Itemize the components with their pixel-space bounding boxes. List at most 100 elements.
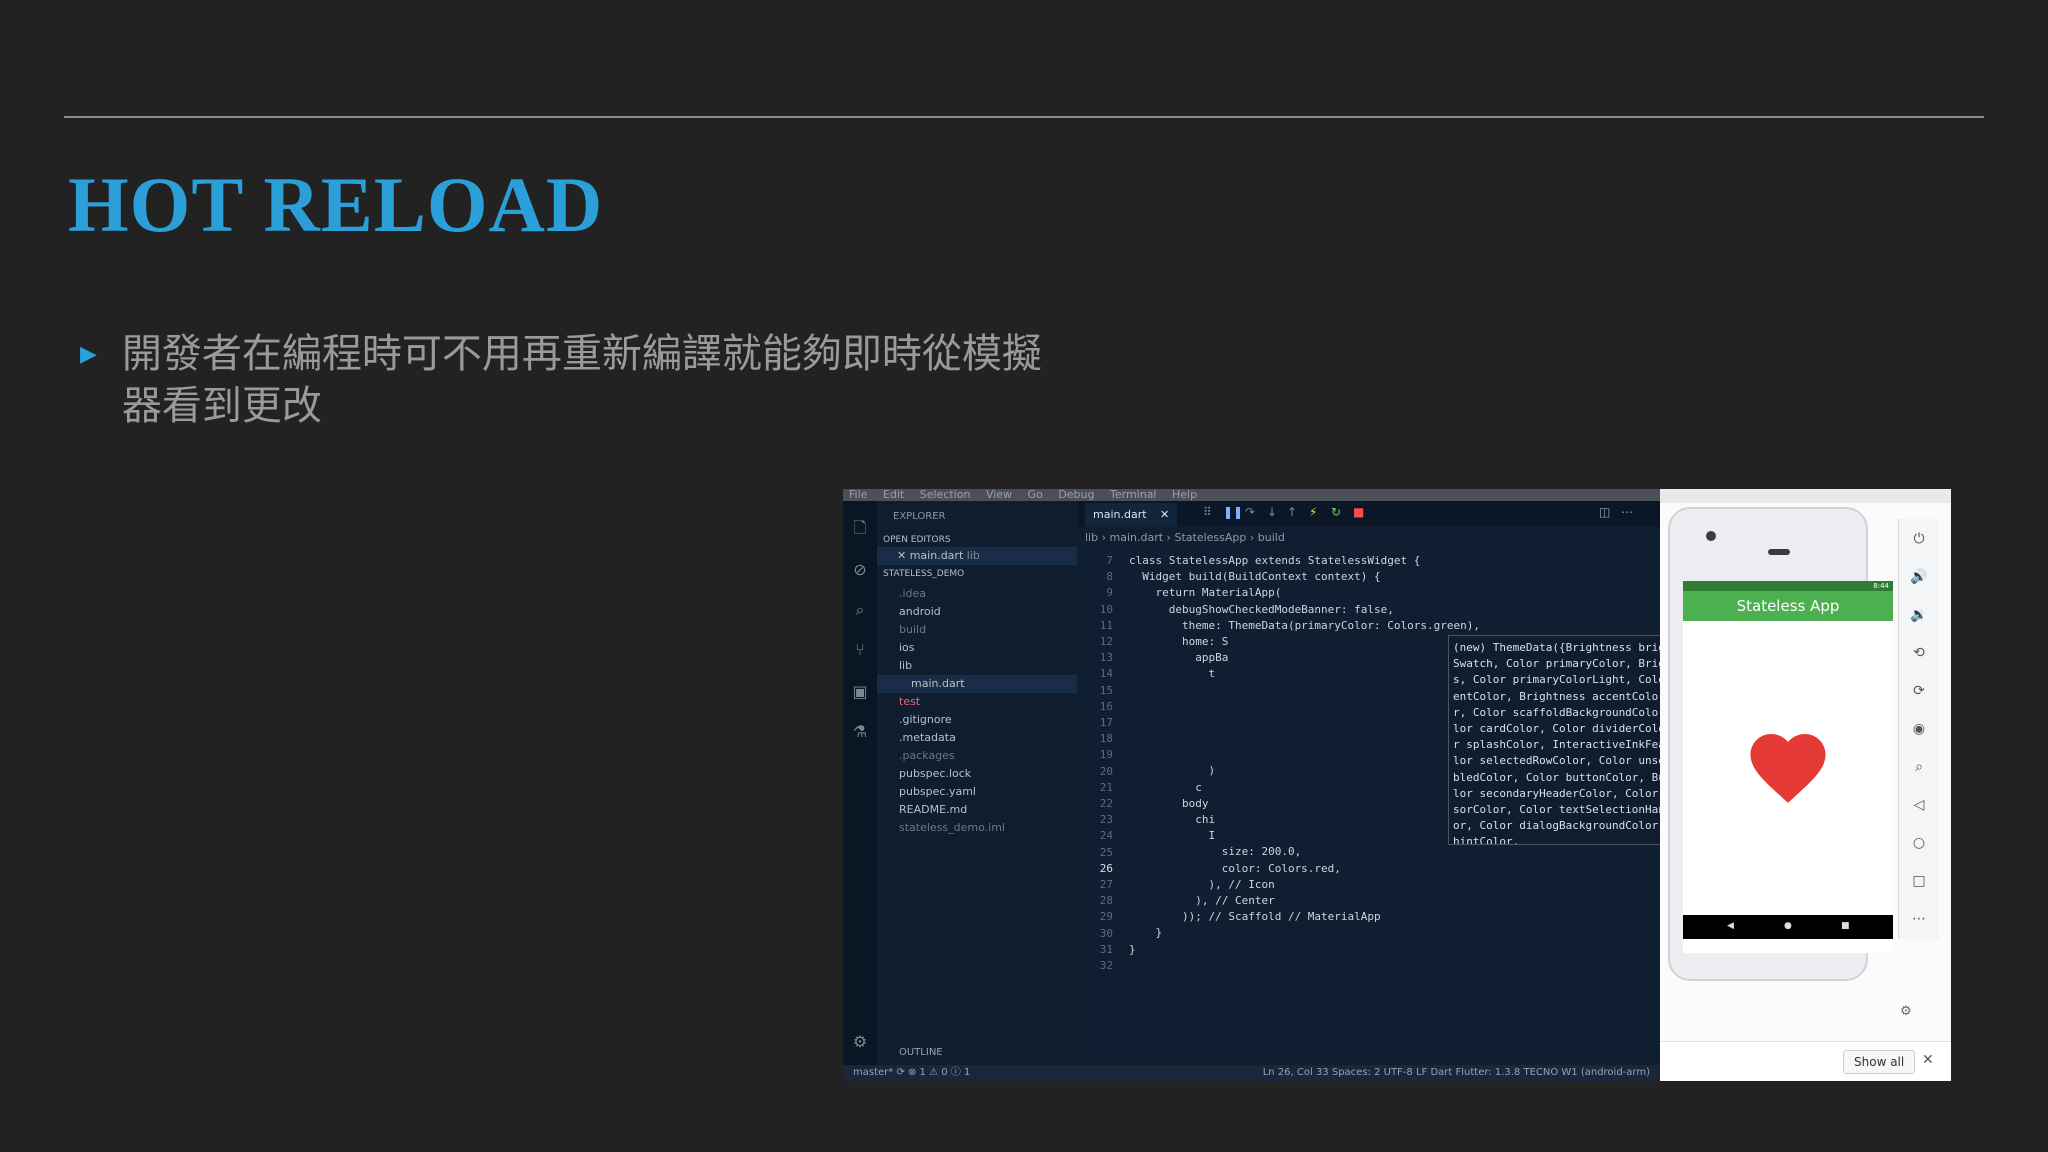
bullet-triangle-icon: ▶ (80, 342, 97, 367)
close-icon[interactable]: ✕ (1922, 1052, 1934, 1068)
breadcrumb-class[interactable]: StatelessApp (1174, 531, 1246, 544)
code-editor[interactable]: main.dart ✕ ⠿ ❚❚ ↷ ↓ ↑ ⚡ ↻ ■ ◫ ⋯ lib › m… (1077, 501, 1868, 1065)
status-right[interactable]: Ln 26, Col 33 Spaces: 2 UTF-8 LF Dart Fl… (1263, 1065, 1650, 1081)
more-icon[interactable]: ⋯ (1909, 909, 1929, 929)
tree-item-main-dart[interactable]: main.dart (877, 675, 1111, 693)
tree-item-pubspec-lock[interactable]: pubspec.lock (899, 765, 1099, 783)
code-line[interactable]: debugShowCheckedModeBanner: false, (1129, 602, 1649, 618)
slide-title: HOT RELOAD (68, 161, 604, 248)
tree-item-iml[interactable]: stateless_demo.iml (899, 819, 1099, 837)
home-control-icon[interactable]: ○ (1909, 833, 1929, 853)
code-line[interactable]: theme: ThemeData(primaryColor: Colors.gr… (1129, 618, 1649, 634)
outline-header[interactable]: OUTLINE (899, 1047, 943, 1058)
line-number: 29 (1099, 910, 1113, 924)
menu-file[interactable]: File (849, 489, 867, 501)
extensions-icon[interactable]: ▣ (851, 683, 869, 701)
home-icon[interactable]: ● (1784, 921, 1792, 931)
recents-icon[interactable]: ■ (1841, 921, 1850, 931)
project-header[interactable]: STATELESS_DEMO (883, 565, 1083, 583)
phone-screen[interactable]: 8:44 Stateless App ◀ ● ■ (1683, 581, 1893, 953)
step-out-icon[interactable]: ↑ (1287, 505, 1297, 519)
pause-icon[interactable]: ❚❚ (1223, 505, 1243, 519)
gear-icon[interactable]: ⚙ (851, 1033, 869, 1051)
rotate-left-icon[interactable]: ⟲ (1909, 643, 1929, 663)
tree-item-metadata[interactable]: .metadata (899, 729, 1099, 747)
emulator-controls: ⏻ 🔊 🔉 ⟲ ⟳ ◉ ⌕ ◁ ○ □ ⋯ (1898, 519, 1939, 939)
open-editor-item[interactable]: ✕ main.dart lib M (877, 547, 1097, 565)
volume-down-icon[interactable]: 🔉 (1909, 605, 1929, 625)
drag-handle-icon[interactable]: ⠿ (1203, 505, 1212, 519)
stop-icon[interactable]: ■ (1353, 505, 1364, 519)
tree-item-readme[interactable]: README.md (899, 801, 1099, 819)
menu-help[interactable]: Help (1172, 489, 1197, 501)
screenshot: File Edit Selection View Go Debug Termin… (843, 489, 1951, 1081)
files-icon[interactable]: 🗋 (851, 519, 869, 537)
close-icon[interactable]: ✕ (897, 549, 906, 562)
code-line[interactable]: ), // Icon (1129, 877, 1649, 893)
flask-icon[interactable]: ⚗ (851, 723, 869, 741)
volume-up-icon[interactable]: 🔊 (1909, 567, 1929, 587)
screenshot-icon[interactable]: ◉ (1909, 719, 1929, 739)
overview-control-icon[interactable]: □ (1909, 871, 1929, 891)
breadcrumb-lib[interactable]: lib (1085, 531, 1098, 544)
tree-item-test[interactable]: test (899, 693, 1099, 711)
tree-item-lib[interactable]: lib (899, 657, 1099, 675)
bullet-item: ▶ 開發者在編程時可不用再重新編譯就能夠即時從模擬器看到更改 (80, 328, 1060, 432)
step-over-icon[interactable]: ↷ (1245, 505, 1255, 519)
tree-item-ios[interactable]: ios (899, 639, 1099, 657)
menu-selection[interactable]: Selection (920, 489, 971, 501)
code-line[interactable] (1129, 958, 1649, 974)
line-number: 20 (1099, 764, 1113, 778)
explorer-title: EXPLORER (893, 511, 946, 522)
status-left[interactable]: master* ⟳ ⊗ 1 ⚠ 0 ⓘ 1 (853, 1065, 970, 1081)
tree-item-build[interactable]: build (899, 621, 1099, 639)
code-line[interactable]: ), // Center (1129, 893, 1649, 909)
tab-bar: main.dart ✕ ⠿ ❚❚ ↷ ↓ ↑ ⚡ ↻ ■ ◫ ⋯ (1077, 501, 1660, 527)
code-line[interactable]: } (1129, 942, 1649, 958)
menu-view[interactable]: View (986, 489, 1012, 501)
hot-reload-icon[interactable]: ⚡ (1309, 505, 1317, 519)
restart-icon[interactable]: ↻ (1331, 505, 1341, 519)
zoom-icon[interactable]: ⌕ (1909, 757, 1929, 777)
line-number: 9 (1106, 586, 1113, 600)
code-line[interactable]: size: 200.0, (1129, 844, 1649, 860)
android-status-bar: 8:44 (1683, 581, 1893, 591)
breadcrumb-method[interactable]: build (1258, 531, 1285, 544)
show-all-button[interactable]: Show all (1843, 1050, 1916, 1074)
settings-gear-icon[interactable]: ⚙ (1900, 1004, 1912, 1019)
menu-go[interactable]: Go (1028, 489, 1043, 501)
status-bar: master* ⟳ ⊗ 1 ⚠ 0 ⓘ 1 Ln 26, Col 33 Spac… (843, 1065, 1660, 1081)
tree-item-packages[interactable]: .packages (899, 747, 1099, 765)
power-icon[interactable]: ⏻ (1909, 529, 1929, 549)
tree-item-pubspec-yaml[interactable]: pubspec.yaml (899, 783, 1099, 801)
back-control-icon[interactable]: ◁ (1909, 795, 1929, 815)
code-line[interactable]: } (1129, 925, 1649, 941)
tab-main-dart[interactable]: main.dart ✕ (1085, 503, 1178, 527)
source-control-icon[interactable]: ⑂ (851, 641, 869, 659)
code-line[interactable]: return MaterialApp( (1129, 585, 1649, 601)
no-entry-icon[interactable]: ⊘ (851, 561, 869, 579)
menu-debug[interactable]: Debug (1058, 489, 1094, 501)
search-icon[interactable]: ⌕ (851, 601, 869, 619)
tree-item-android[interactable]: android (899, 603, 1099, 621)
open-editor-dir: lib (966, 549, 980, 562)
tree-item-idea[interactable]: .idea (899, 585, 1099, 603)
step-into-icon[interactable]: ↓ (1267, 505, 1277, 519)
code-line[interactable]: )); // Scaffold // MaterialApp (1129, 909, 1649, 925)
split-editor-icon[interactable]: ◫ (1599, 505, 1610, 519)
tree-item-gitignore[interactable]: .gitignore (899, 711, 1099, 729)
breadcrumb-file[interactable]: main.dart (1110, 531, 1164, 544)
menu-terminal[interactable]: Terminal (1110, 489, 1157, 501)
rotate-right-icon[interactable]: ⟳ (1909, 681, 1929, 701)
bullet-text: 開發者在編程時可不用再重新編譯就能夠即時從模擬器看到更改 (121, 331, 1042, 429)
code-line[interactable]: color: Colors.red, (1129, 861, 1649, 877)
back-icon[interactable]: ◀ (1727, 921, 1734, 931)
menu-edit[interactable]: Edit (883, 489, 904, 501)
close-tab-icon[interactable]: ✕ (1160, 508, 1169, 521)
line-number: 18 (1099, 732, 1113, 746)
divider (64, 116, 1984, 118)
more-actions-icon[interactable]: ⋯ (1621, 505, 1633, 519)
line-number: 8 (1106, 570, 1113, 584)
code-line[interactable]: Widget build(BuildContext context) { (1129, 569, 1649, 585)
code-line[interactable]: class StatelessApp extends StatelessWidg… (1129, 553, 1649, 569)
